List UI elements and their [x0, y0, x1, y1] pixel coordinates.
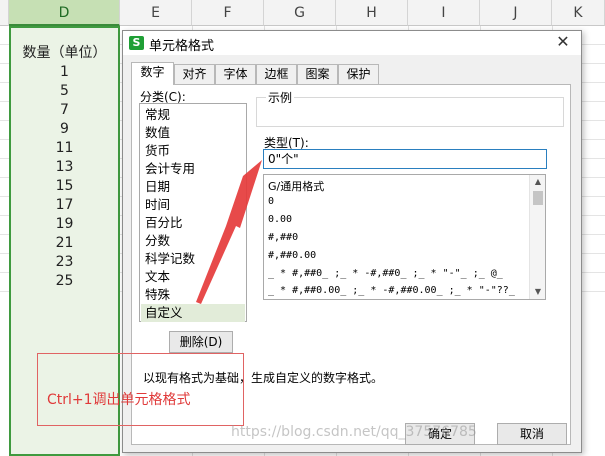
format-item[interactable]: #,##0: [268, 232, 298, 243]
format-item[interactable]: 0.00: [268, 214, 292, 225]
column-header-g[interactable]: G: [264, 0, 336, 26]
category-item[interactable]: 百分比: [141, 214, 245, 232]
tab-font[interactable]: 字体: [215, 64, 256, 84]
cancel-button[interactable]: 取消: [497, 423, 567, 445]
tab-number[interactable]: 数字: [131, 62, 174, 85]
dialog-titlebar[interactable]: S 单元格格式 ✕: [123, 31, 581, 55]
cell-d[interactable]: 17: [9, 196, 120, 215]
column-header-k[interactable]: K: [552, 0, 605, 26]
screen: D E F G H I J K 数量（单位） 1 5 7 9 11 13 15 …: [0, 0, 605, 456]
category-item[interactable]: 货币: [141, 142, 245, 160]
category-item[interactable]: 特殊: [141, 286, 245, 304]
cell-d-header[interactable]: 数量（单位）: [9, 44, 120, 63]
tab-protection[interactable]: 保护: [338, 64, 379, 84]
annotation-text: Ctrl+1调出单元格格式: [47, 392, 191, 408]
category-item[interactable]: 日期: [141, 178, 245, 196]
cell-d[interactable]: 7: [9, 101, 120, 120]
column-header-i[interactable]: I: [408, 0, 480, 26]
cell-d[interactable]: 1: [9, 63, 120, 82]
app-logo-icon: S: [129, 36, 144, 50]
format-item[interactable]: G/通用格式: [268, 178, 324, 194]
category-item[interactable]: 数值: [141, 124, 245, 142]
dialog-title: 单元格格式: [149, 39, 215, 54]
tab-pattern[interactable]: 图案: [297, 64, 338, 84]
column-header-h[interactable]: H: [336, 0, 408, 26]
cell-d[interactable]: 25: [9, 272, 120, 291]
category-item-selected[interactable]: 自定义: [141, 304, 245, 322]
category-item[interactable]: 常规: [141, 106, 245, 124]
column-header-j[interactable]: J: [480, 0, 552, 26]
category-item[interactable]: 文本: [141, 268, 245, 286]
category-list[interactable]: 常规 数值 货币 会计专用 日期 时间 百分比 分数 科学记数 文本 特殊 自定…: [139, 103, 247, 322]
cell-d[interactable]: 21: [9, 234, 120, 253]
type-input[interactable]: 0"个": [263, 149, 547, 169]
close-icon[interactable]: ✕: [553, 32, 573, 52]
scroll-down-icon[interactable]: ▼: [530, 285, 545, 299]
cell-d[interactable]: 23: [9, 253, 120, 272]
column-header-f[interactable]: F: [192, 0, 264, 26]
cell-d[interactable]: 15: [9, 177, 120, 196]
watermark-text: https://blog.csdn.net/qq_37576785: [231, 424, 477, 440]
format-item[interactable]: _ * #,##0.00_ ;_ * -#,##0.00_ ;_ * "-"??…: [268, 285, 515, 296]
column-header-e[interactable]: E: [120, 0, 192, 26]
cell-d[interactable]: 13: [9, 158, 120, 177]
cell-d[interactable]: 5: [9, 82, 120, 101]
format-item[interactable]: _ * #,##0_ ;_ * -#,##0_ ;_ * "-"_ ;_ @_: [268, 268, 503, 279]
sample-box: [256, 97, 564, 127]
tab-alignment[interactable]: 对齐: [174, 64, 215, 84]
column-header-partial[interactable]: [0, 0, 9, 26]
cell-d[interactable]: 11: [9, 139, 120, 158]
scroll-up-icon[interactable]: ▲: [530, 175, 545, 189]
category-item[interactable]: 分数: [141, 232, 245, 250]
cell-d[interactable]: 19: [9, 215, 120, 234]
scroll-thumb[interactable]: [533, 191, 543, 205]
format-list-scrollbar[interactable]: ▲ ▼: [529, 175, 545, 299]
format-item[interactable]: #,##0.00: [268, 250, 316, 261]
cell-d[interactable]: 9: [9, 120, 120, 139]
format-list[interactable]: G/通用格式 0 0.00 #,##0 #,##0.00 _ * #,##0_ …: [263, 174, 546, 300]
format-item[interactable]: 0: [268, 196, 274, 207]
category-item[interactable]: 会计专用: [141, 160, 245, 178]
category-item[interactable]: 时间: [141, 196, 245, 214]
sample-label: 示例: [266, 89, 295, 106]
tab-border[interactable]: 边框: [256, 64, 297, 84]
category-item[interactable]: 科学记数: [141, 250, 245, 268]
delete-button[interactable]: 删除(D): [169, 331, 233, 353]
column-header-d[interactable]: D: [9, 0, 120, 26]
